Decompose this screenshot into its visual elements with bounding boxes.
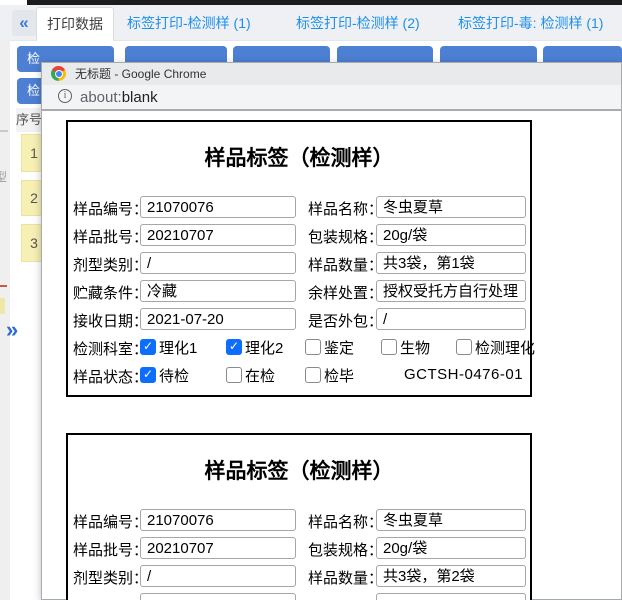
- field-input[interactable]: [140, 593, 296, 600]
- checkbox-icon: ✓: [140, 367, 156, 383]
- field-input[interactable]: 2021-07-20: [140, 308, 296, 330]
- field-row: 样品编号： 21070076 样品名称： 冬虫夏草: [68, 196, 530, 220]
- sample-label-1: 样品标签（检测样） 样品编号： 21070076 样品名称： 冬虫夏草 样品批号…: [66, 120, 532, 397]
- checkbox-icon: ✓: [381, 339, 397, 355]
- background-fragment-char: 型: [0, 168, 7, 185]
- checkbox-icon: ✓: [140, 339, 156, 355]
- field-input[interactable]: 冬虫夏草: [376, 509, 526, 531]
- field-input[interactable]: 21070076: [140, 196, 296, 218]
- screen: « 打印数据 标签打印-检测样 (1) 标签打印-检测样 (2) 标签打印-毒:…: [0, 0, 622, 600]
- checkbox-label: 鉴定: [324, 337, 354, 358]
- field-input[interactable]: 20210707: [140, 224, 296, 246]
- field-input[interactable]: 共3袋，第1袋: [376, 252, 526, 274]
- checkbox-dept-shengwu[interactable]: ✓生物: [381, 337, 430, 357]
- checkbox-label: 生物: [400, 337, 430, 358]
- field-row: 贮藏条件： 冷藏 余样处置： 授权受托方自行处理: [68, 280, 530, 304]
- checkbox-icon: ✓: [456, 339, 472, 355]
- checkbox-label: 检毕: [324, 365, 354, 386]
- field-row: 接收日期： 2021-07-20 是否外包： /: [68, 308, 530, 332]
- field-row: 样品批号： 20210707 包装规格： 20g/袋: [68, 537, 530, 561]
- field-row: 样品批号： 20210707 包装规格： 20g/袋: [68, 224, 530, 248]
- background-fragment: [0, 285, 7, 287]
- checkbox-label: 在检: [245, 365, 275, 386]
- field-label: 样品编号：: [73, 511, 148, 532]
- field-label: 样品名称：: [308, 198, 383, 219]
- field-label: 样品数量：: [308, 254, 383, 275]
- checkbox-icon: ✓: [226, 339, 242, 355]
- field-input[interactable]: 20g/袋: [376, 537, 526, 559]
- field-label: 样品状态：: [73, 366, 148, 387]
- info-icon[interactable]: i: [58, 89, 72, 103]
- field-label: 样品批号：: [73, 226, 148, 247]
- checkbox-label: 检测理化: [475, 337, 535, 358]
- field-input[interactable]: 授权受托方自行处理: [376, 280, 526, 302]
- field-label: 样品编号：: [73, 198, 148, 219]
- field-row: 剂型类别： / 样品数量： 共3袋，第2袋: [68, 565, 530, 589]
- checkbox-label: 待检: [159, 365, 189, 386]
- field-label: 接收日期：: [73, 310, 148, 331]
- field-label: 余样处置：: [308, 282, 383, 303]
- checkbox-icon: ✓: [305, 339, 321, 355]
- field-input[interactable]: 20210707: [140, 537, 296, 559]
- sample-code: GCTSH-0476-01: [404, 366, 523, 383]
- chrome-window: 无标题 - Google Chrome i about:blank 样品标签（检…: [41, 62, 622, 600]
- url-scheme: about:: [80, 89, 122, 106]
- field-input[interactable]: 20g/袋: [376, 224, 526, 246]
- field-label: 样品数量：: [308, 567, 383, 588]
- label-title: 样品标签（检测样）: [68, 455, 530, 485]
- field-label: 贮藏条件：: [73, 282, 148, 303]
- field-input[interactable]: /: [140, 252, 296, 274]
- field-input[interactable]: [376, 593, 526, 600]
- field-label: 剂型类别：: [73, 254, 148, 275]
- field-row: 剂型类别： / 样品数量： 共3袋，第1袋: [68, 252, 530, 276]
- background-fragment: [0, 298, 5, 314]
- status-checkbox-row: 样品状态： ✓待检 ✓在检 ✓检毕 GCTSH-0476-01: [68, 364, 530, 388]
- tab-label-print-1[interactable]: 标签打印-检测样 (1): [127, 7, 251, 40]
- checkbox-status-zaijian[interactable]: ✓在检: [226, 365, 275, 385]
- tab-label-print-toxic-1[interactable]: 标签打印-毒: 检测样 (1): [458, 7, 603, 40]
- checkbox-status-daijian[interactable]: ✓待检: [140, 365, 189, 385]
- field-label: 样品批号：: [73, 539, 148, 560]
- window-title: 无标题 - Google Chrome: [75, 63, 206, 85]
- field-label: 是否外包：: [308, 310, 383, 331]
- field-label: 剂型类别：: [73, 567, 148, 588]
- field-label: 样品名称：: [308, 511, 383, 532]
- field-row-clipped: [68, 593, 530, 600]
- field-input[interactable]: /: [376, 308, 526, 330]
- checkbox-dept-jianding[interactable]: ✓鉴定: [305, 337, 354, 357]
- field-label: 包装规格：: [308, 539, 383, 560]
- checkbox-icon: ✓: [226, 367, 242, 383]
- tab-label-print-2[interactable]: 标签打印-检测样 (2): [296, 7, 420, 40]
- field-row: 样品编号： 21070076 样品名称： 冬虫夏草: [68, 509, 530, 533]
- chrome-logo-icon: [51, 66, 66, 81]
- checkbox-icon: ✓: [305, 367, 321, 383]
- collapse-left-icon[interactable]: «: [12, 10, 36, 36]
- checkbox-dept-lihua1[interactable]: ✓理化1: [140, 337, 197, 357]
- expand-right-icon[interactable]: »: [6, 318, 36, 342]
- checkbox-label: 理化1: [159, 337, 197, 358]
- label-title: 样品标签（检测样）: [68, 142, 530, 172]
- sample-label-2: 样品标签（检测样） 样品编号： 21070076 样品名称： 冬虫夏草 样品批号…: [66, 433, 532, 600]
- tab-print-data[interactable]: 打印数据: [36, 7, 114, 41]
- checkbox-dept-lihua2[interactable]: ✓理化2: [226, 337, 283, 357]
- field-input[interactable]: 冷藏: [140, 280, 296, 302]
- field-label: 检测科室：: [73, 338, 148, 359]
- url-host: blank: [122, 89, 158, 106]
- background-fragment: [0, 130, 8, 132]
- checkbox-status-jianbi[interactable]: ✓检毕: [305, 365, 354, 385]
- field-label: 包装规格：: [308, 226, 383, 247]
- url-text[interactable]: about:blank: [80, 87, 158, 109]
- field-input[interactable]: 冬虫夏草: [376, 196, 526, 218]
- dept-checkbox-row: 检测科室： ✓理化1 ✓理化2 ✓鉴定 ✓生物 ✓检测理化: [68, 336, 530, 360]
- field-input[interactable]: 共3袋，第2袋: [376, 565, 526, 587]
- field-input[interactable]: 21070076: [140, 509, 296, 531]
- checkbox-dept-jiance-lihua[interactable]: ✓检测理化: [456, 337, 535, 357]
- field-input[interactable]: /: [140, 565, 296, 587]
- checkbox-label: 理化2: [245, 337, 283, 358]
